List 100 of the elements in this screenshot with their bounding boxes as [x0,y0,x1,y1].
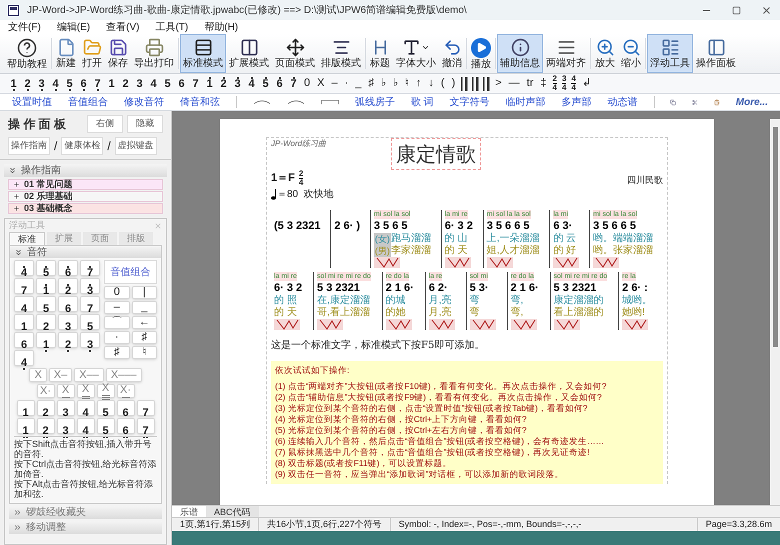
note-button[interactable]: 4 [246,76,257,90]
tool-link[interactable]: 音值组合 [68,94,108,110]
panel-button[interactable]: 隐藏 [127,115,163,133]
tool-link[interactable]: 歌 词 [410,94,434,110]
menu-item[interactable]: 帮助(H) [204,20,238,34]
symbol-button[interactable]: ♮ [402,75,411,92]
key-button[interactable]: ⌒ [104,316,130,329]
key-button[interactable]: 1 [16,400,34,416]
key-button[interactable]: | [132,286,157,299]
time-signature-button[interactable]: 2 4 [552,75,558,92]
toolbar-button[interactable]: 排版模式 [318,34,364,73]
key-button[interactable]: ♯ [132,331,157,344]
key-button[interactable]: ♮ [132,346,157,359]
panel-button[interactable]: 右侧 [87,115,123,133]
note-button[interactable]: 5 [64,76,75,90]
key-button[interactable]: 2 [36,400,54,416]
key-button[interactable]: X [96,384,114,398]
note-button[interactable]: 6 [78,76,89,90]
key-button[interactable]: – [104,301,130,314]
key-button[interactable]: X [56,384,74,398]
section-header[interactable]: 操作指南 [4,164,167,177]
toolbar-button[interactable]: 两端对齐 [543,34,589,73]
key-button[interactable]: 5 [36,296,56,312]
note-button[interactable]: 3 [134,76,145,90]
key-button[interactable]: 7 [14,278,34,294]
more-link[interactable]: More... [736,94,768,110]
sheet-tab[interactable]: 乐谱 [172,506,206,517]
key-button[interactable]: 6 [14,332,34,348]
key-button[interactable]: X– [48,368,72,382]
tool-link[interactable]: 临时声部 [506,94,546,110]
symbol-button[interactable]: > [493,75,504,92]
toolbar-button[interactable]: 打开 [79,34,105,73]
symbol-button[interactable]: ♭ [378,75,388,92]
panel-tab[interactable]: 健康体检 [61,137,104,155]
section-header[interactable]: 移动调整 [9,521,162,534]
toolbar-button[interactable]: 标准模式 [180,34,226,73]
symbol-button[interactable]: ♭ [390,75,400,92]
tool-link[interactable]: 多声部 [562,94,592,110]
key-button[interactable]: X––– [106,368,142,382]
symbol-button[interactable]: ↑ [414,75,424,92]
key-button[interactable]: 5 [36,260,56,276]
menu-item[interactable]: 编辑(E) [56,20,90,34]
key-button[interactable]: 4 [76,400,94,416]
key-button[interactable]: 4 [14,296,34,312]
toolbar-button[interactable]: 放大 [592,34,618,73]
symbol-button[interactable]: ) [450,75,458,92]
key-button[interactable]: ♯ [104,346,130,359]
note-button[interactable]: 2 [22,76,33,90]
panel-tab[interactable]: 虚拟键盘 [114,137,157,155]
key-button[interactable]: 2 [36,314,56,330]
key-button[interactable]: 5 [80,314,100,330]
toolbar-button[interactable]: 保存 [105,34,131,73]
key-button[interactable]: 1 [14,314,34,330]
note-button[interactable]: 2 [218,76,229,90]
copy-icon[interactable] [670,96,676,108]
combo-button[interactable]: 音值组合 [104,260,157,284]
note-button[interactable]: 7 [288,76,299,90]
tree-item[interactable]: 03 基础概念 [8,203,163,214]
toolbar-button[interactable]: 撤消 [439,34,465,73]
tool-link[interactable]: 倚音和弦 [180,94,220,110]
key-button[interactable]: 7 [80,296,100,312]
tool-link[interactable]: 修改音符 [124,94,164,110]
note-button[interactable]: 2 [120,76,131,90]
note-button[interactable]: 1 [8,76,19,90]
key-button[interactable]: 1 [36,278,56,294]
maximize-icon[interactable] [732,6,741,14]
note-button[interactable]: 7 [92,76,103,90]
symbol-button[interactable]: — [506,75,522,92]
key-button[interactable]: 3 [80,278,100,294]
panel-tab[interactable]: 操作指南 [8,137,50,155]
key-button[interactable]: X–– [74,368,104,382]
tool-link[interactable]: 动态谱 [608,94,638,110]
scroll-thumb[interactable] [772,127,778,347]
vertical-scrollbar[interactable] [770,119,780,505]
toolbar-button[interactable]: 浮动工具 [647,34,693,73]
toolbar-button[interactable]: 导出打印 [131,34,177,73]
symbol-button[interactable]: ♯ [366,75,376,92]
toolbar-button[interactable]: 播放 [468,34,494,73]
key-button[interactable]: _ [132,301,157,314]
note-button[interactable]: 4 [148,76,159,90]
key-button[interactable]: 7 [80,260,100,276]
toolbar-button[interactable]: 辅助信息 [497,34,543,73]
menu-item[interactable]: 文件(F) [8,20,41,34]
tree-item[interactable]: 02 乐理基础 [8,191,163,202]
key-button[interactable]: · [104,331,130,344]
key-button[interactable]: 7 [136,400,154,416]
close-icon[interactable] [761,4,772,16]
key-button[interactable]: 3 [58,314,78,330]
toolbar-button[interactable]: 页面模式 [272,34,318,73]
toolbar-button[interactable]: 扩展模式 [226,34,272,73]
symbol-button[interactable]: _ [353,75,364,92]
toolbar-button[interactable]: 缩小 [618,34,644,73]
key-button[interactable]: 4 [14,260,34,276]
symbol-button[interactable]: X [315,75,326,92]
note-button[interactable]: 6 [176,76,187,90]
toolbar-button[interactable]: 字体大小 [393,34,439,73]
key-button[interactable]: 3 [56,400,74,416]
key-button[interactable]: 6 [58,260,78,276]
bracket-icon[interactable] [320,97,339,107]
note-button[interactable]: 1 [106,76,117,90]
